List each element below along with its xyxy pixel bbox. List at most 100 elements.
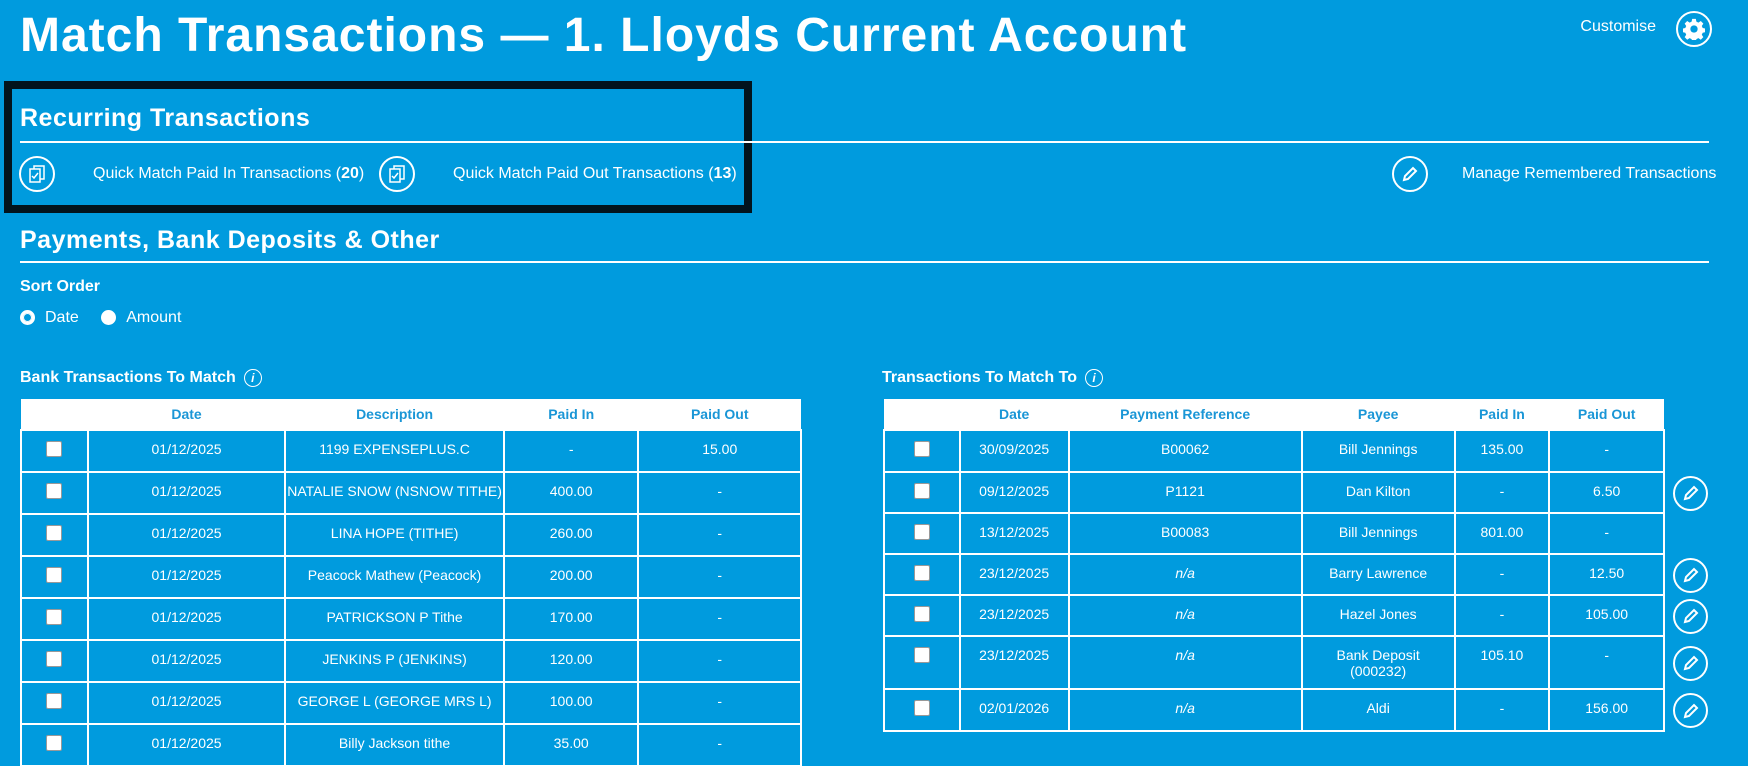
table-cell: Barry Lawrence — [1300, 553, 1456, 596]
payments-heading: Payments, Bank Deposits & Other — [20, 226, 440, 254]
table-row: 01/12/2025 Billy Jackson tithe 35.00- — [20, 723, 802, 766]
row-checkbox[interactable] — [913, 483, 930, 499]
row-checkbox[interactable] — [46, 441, 63, 457]
documents-check-icon — [379, 156, 415, 192]
table-cell: Hazel Jones — [1300, 594, 1456, 637]
edit-pencil-icon[interactable] — [1673, 557, 1708, 593]
table-cell: - — [1548, 512, 1665, 555]
edit-pencil-icon[interactable] — [1673, 693, 1708, 728]
table-cell: P1121 — [1067, 471, 1303, 514]
edit-pencil-icon[interactable] — [1673, 598, 1708, 634]
col-date: Date — [87, 399, 286, 430]
table-cell: 23/12/2025 — [958, 635, 1070, 690]
table-cell: 105.00 — [1548, 594, 1665, 637]
table-cell: - — [637, 681, 802, 725]
row-checkbox[interactable] — [913, 565, 930, 581]
table-cell: PATRICKSON P Tithe — [284, 597, 505, 641]
edit-pencil-icon[interactable] — [1673, 645, 1708, 681]
table-cell: n/a — [1067, 635, 1303, 690]
table-cell: 01/12/2025 — [86, 639, 287, 683]
table-cell: 01/12/2025 — [86, 471, 287, 515]
table-row: 01/12/2025 JENKINS P (JENKINS) 120.00- — [20, 639, 802, 683]
table-cell: 01/12/2025 — [86, 681, 287, 725]
gear-icon[interactable] — [1676, 11, 1712, 47]
divider — [20, 141, 1709, 143]
edit-pencil-icon[interactable] — [1673, 475, 1708, 511]
table-cell: 100.00 — [502, 681, 640, 725]
row-checkbox[interactable] — [46, 609, 63, 625]
paren: ) — [731, 165, 737, 182]
paren: ) — [358, 165, 365, 182]
table-cell: - — [1548, 429, 1665, 473]
row-checkbox[interactable] — [46, 651, 63, 667]
highlight-box — [4, 81, 752, 213]
match-transactions-table: Date Payment Reference Payee Paid In Paid Ou… — [883, 399, 1665, 732]
table-cell: - — [1453, 688, 1551, 732]
table-row: 01/12/2025 Peacock Mathew (Peacock) 200.00… — [20, 555, 802, 599]
table-cell: - — [1453, 553, 1551, 596]
table-cell: 105.10 — [1453, 635, 1551, 690]
table-cell: 23/12/2025 — [958, 594, 1070, 637]
table-cell: Dan Kilton — [1300, 471, 1456, 514]
table-cell: n/a — [1067, 553, 1303, 596]
table-cell: 6.50 — [1548, 471, 1665, 514]
table-cell: 170.00 — [502, 597, 640, 641]
table-row: 23/12/2025 n/a Barry Lawrence -12.50 — [883, 553, 1665, 596]
table-cell: 01/12/2025 — [86, 597, 287, 641]
info-icon[interactable]: i — [1084, 369, 1103, 387]
sort-date-radio[interactable]: Date — [20, 309, 79, 326]
table-cell: - — [637, 555, 802, 599]
match-table-title: Transactions To Match To — [882, 369, 1077, 387]
pencil-icon — [1392, 156, 1428, 192]
table-cell: n/a — [1067, 594, 1303, 637]
table-cell: Peacock Mathew (Peacock) — [284, 555, 505, 599]
row-checkbox[interactable] — [913, 606, 930, 622]
row-checkbox[interactable] — [46, 525, 63, 541]
table-cell: 01/12/2025 — [86, 513, 287, 557]
sort-amount-radio[interactable]: Amount — [101, 309, 181, 326]
table-cell: 12.50 — [1548, 553, 1665, 596]
table-row: 01/12/2025 GEORGE L (GEORGE MRS L) 100.00- — [20, 681, 802, 725]
bank-table-title: Bank Transactions To Match — [20, 369, 236, 387]
customise-link[interactable]: Customise — [1580, 18, 1656, 36]
table-cell: - — [637, 471, 802, 515]
table-cell: 156.00 — [1548, 688, 1665, 732]
table-cell: - — [502, 429, 640, 473]
row-checkbox[interactable] — [46, 693, 63, 709]
row-checkbox[interactable] — [46, 735, 63, 751]
table-cell: 01/12/2025 — [86, 723, 287, 766]
info-icon[interactable]: i — [243, 369, 262, 387]
row-checkbox[interactable] — [913, 647, 930, 663]
quick-match-paid-out[interactable]: Quick Match Paid Out Transactions (13) — [379, 156, 737, 192]
table-row: 30/09/2025 B00062 Bill Jennings 135.00- — [883, 429, 1665, 473]
table-cell: 02/01/2026 — [958, 688, 1070, 732]
table-cell: LINA HOPE (TITHE) — [284, 513, 505, 557]
recurring-heading: Recurring Transactions — [20, 104, 311, 132]
table-cell: Bill Jennings — [1300, 429, 1456, 473]
table-cell: - — [1548, 635, 1665, 690]
quick-out-label: Quick Match Paid Out Transactions ( — [453, 165, 714, 182]
row-checkbox[interactable] — [46, 567, 63, 583]
table-cell: - — [1453, 594, 1551, 637]
table-cell: 120.00 — [502, 639, 640, 683]
table-cell: 135.00 — [1453, 429, 1551, 473]
row-checkbox[interactable] — [913, 441, 930, 457]
col-paid-out: Paid Out — [638, 399, 801, 430]
table-cell: B00062 — [1067, 429, 1303, 473]
manage-remembered-link[interactable]: Manage Remembered Transactions — [1392, 156, 1716, 192]
row-checkbox[interactable] — [913, 700, 930, 716]
row-checkbox[interactable] — [913, 524, 930, 540]
table-row: 23/12/2025 n/a Hazel Jones -105.00 — [883, 594, 1665, 637]
table-cell: Bank Deposit (000232) — [1300, 635, 1456, 690]
table-cell: 801.00 — [1453, 512, 1551, 555]
table-cell: 01/12/2025 — [86, 429, 287, 473]
sort-order-label: Sort Order — [20, 278, 101, 295]
table-cell: B00083 — [1067, 512, 1303, 555]
manage-label: Manage Remembered Transactions — [1462, 165, 1717, 182]
table-cell: 35.00 — [502, 723, 640, 766]
row-checkbox[interactable] — [46, 483, 63, 499]
table-cell: 200.00 — [502, 555, 640, 599]
table-cell: Aldi — [1300, 688, 1456, 732]
table-cell: - — [637, 513, 802, 557]
quick-match-paid-in[interactable]: Quick Match Paid In Transactions (20) — [19, 156, 364, 192]
